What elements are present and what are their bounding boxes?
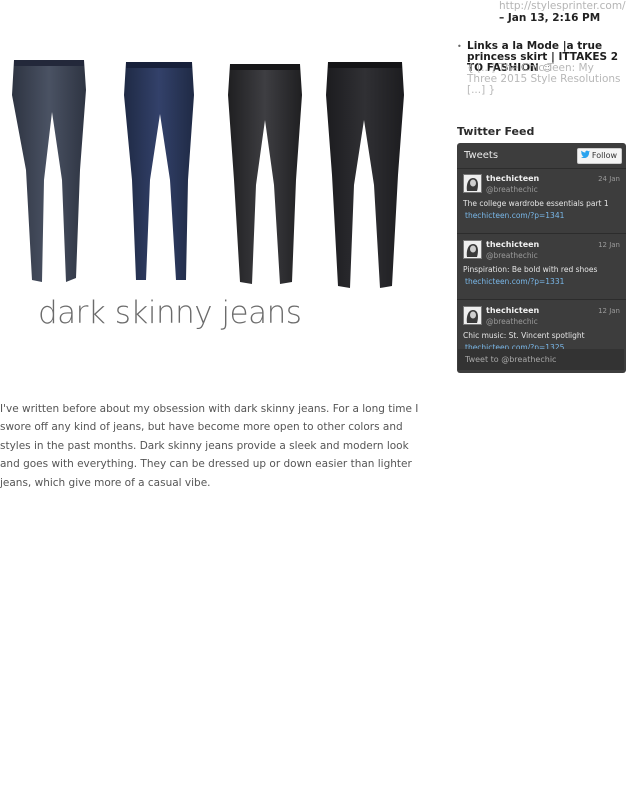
recent-comment-1: http://stylesprinter.com/ } – Jan 13, 2:… <box>499 0 627 24</box>
tweet-author-handle[interactable]: @breathechic <box>486 251 538 260</box>
avatar[interactable] <box>463 240 482 259</box>
tweet-compose-input[interactable]: Tweet to @breathechic <box>458 349 624 370</box>
tweet-link[interactable]: thechicteen.com/?p=1331 <box>465 277 564 286</box>
twitter-widget: Tweets Follow thechicteen @breathechic 2… <box>457 143 626 373</box>
tweet-timestamp[interactable]: 24 Jan <box>598 175 620 183</box>
avatar[interactable] <box>463 174 482 193</box>
tweet-author-name[interactable]: thechicteen <box>486 174 539 183</box>
avatar[interactable] <box>463 306 482 325</box>
tweet-text: The college wardrobe essentials part 1 <box>463 199 609 208</box>
tweet-timestamp[interactable]: 12 Jan <box>598 241 620 249</box>
tweet-item: thechicteen @breathechic 12 Jan Chic mus… <box>457 301 626 352</box>
tweet-author-name[interactable]: thechicteen <box>486 240 539 249</box>
tweet-item: thechicteen @breathechic 24 Jan The coll… <box>457 169 626 234</box>
follow-button[interactable]: Follow <box>576 148 622 164</box>
tweet-author-handle[interactable]: @breathechic <box>486 317 538 326</box>
jeans-pair-2 <box>124 62 194 280</box>
comment-date: – Jan 13, 2:16 PM <box>499 12 601 24</box>
tweet-link[interactable]: thechicteen.com/?p=1341 <box>465 211 564 220</box>
jeans-illustration <box>12 60 404 288</box>
follow-label: Follow <box>591 151 617 160</box>
jeans-pair-3 <box>228 64 302 284</box>
bullet-icon: • <box>457 42 462 51</box>
tweets-label: Tweets <box>464 150 499 161</box>
post-body: I've written before about my obsession w… <box>0 400 420 492</box>
jeans-pair-4 <box>326 62 404 288</box>
comment-excerpt: { [...] The Chic Teen: My Three 2015 Sty… <box>467 62 621 96</box>
tweet-author-name[interactable]: thechicteen <box>486 306 539 315</box>
image-caption: dark skinny jeans <box>38 295 302 331</box>
tweet-item: thechicteen @breathechic 12 Jan Pinspira… <box>457 235 626 300</box>
comment-url[interactable]: http://stylesprinter.com/ } <box>499 0 627 12</box>
twitter-widget-header: Tweets Follow <box>457 143 626 169</box>
tweet-author-handle[interactable]: @breathechic <box>486 185 538 194</box>
tweet-timestamp[interactable]: 12 Jan <box>598 307 620 315</box>
jeans-pair-1 <box>12 60 86 282</box>
tweet-text: Pinspiration: Be bold with red shoes <box>463 265 598 274</box>
post-paragraph: I've written before about my obsession w… <box>0 403 419 489</box>
twitter-feed-heading: Twitter Feed <box>457 125 535 138</box>
bird-icon <box>580 149 590 163</box>
tweet-text: Chic music: St. Vincent spotlight <box>463 331 585 340</box>
